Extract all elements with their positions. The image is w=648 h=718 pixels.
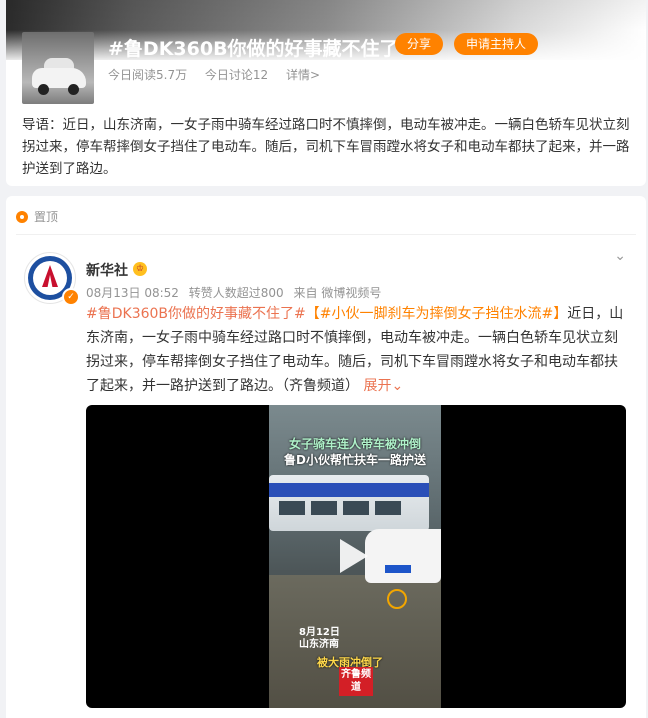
video-location: 山东济南 [299,639,339,650]
topic-thumbnail[interactable] [22,32,94,104]
play-icon[interactable] [340,539,368,573]
crown-icon: ♔ [133,262,147,276]
today-reads: 今日阅读5.7万 [108,68,188,82]
channel-logo: 齐鲁频道 [339,667,373,696]
topic-title: #鲁DK360B你做的好事藏不住了# [108,38,415,60]
topic-lead: 导语：近日，山东济南，一女子雨中骑车经过路口时不慎摔倒，电动车被冲走。一辆白色轿… [22,117,630,177]
topic-tag-link[interactable]: #鲁DK360B你做的好事藏不住了# [86,306,306,322]
topic-tag-link-2[interactable]: 【#小伙一脚刹车为摔倒女子挡住水流#】 [306,306,567,322]
video-player[interactable]: 女子骑车连人带车被冲倒 鲁D小伙帮忙扶车一路护送 8月12日 山东济南 被大雨冲… [86,405,626,708]
post-meta: 08月13日 08:52 转赞人数超过800 来自 微博视频号 [86,284,387,301]
pin-icon [16,211,28,223]
today-discussions: 今日讨论12 [204,68,269,82]
repost-count: 转赞人数超过800 [188,286,284,300]
pinned-label: 置顶 [16,208,58,225]
divider [16,234,636,235]
bus-image [269,475,429,531]
video-frame: 女子骑车连人带车被冲倒 鲁D小伙帮忙扶车一路护送 8月12日 山东济南 被大雨冲… [269,405,441,708]
expand-link[interactable]: 展开⌄ [363,378,403,394]
post-time[interactable]: 08月13日 08:52 [86,286,179,300]
video-caption-1: 女子骑车连人带车被冲倒 [288,437,421,451]
feed-card: 置顶 ✓ 新华社 ♔ ⌄ 08月13日 08:52 转赞人数超过800 来自 微… [6,196,646,718]
more-menu-icon[interactable]: ⌄ [614,248,626,264]
author-name[interactable]: 新华社 [86,260,128,280]
post-text: #鲁DK360B你做的好事藏不住了#【#小伙一脚刹车为摔倒女子挡住水流#】近日，… [86,302,626,398]
white-car-image [365,529,441,583]
video-caption-2: 鲁D小伙帮忙扶车一路护送 [284,453,426,467]
topic-card: #鲁DK360B你做的好事藏不住了# 分享 申请主持人 今日阅读5.7万 今日讨… [6,0,646,186]
apply-host-button[interactable]: 申请主持人 [454,33,539,55]
post-source: 来自 微博视频号 [293,286,382,300]
share-button[interactable]: 分享 [395,33,444,55]
topic-stats: 今日阅读5.7万 今日讨论12 详情> [108,66,334,83]
verified-badge-icon: ✓ [62,288,80,306]
watermark-icon [387,589,407,609]
details-link[interactable]: 详情> [286,68,320,82]
